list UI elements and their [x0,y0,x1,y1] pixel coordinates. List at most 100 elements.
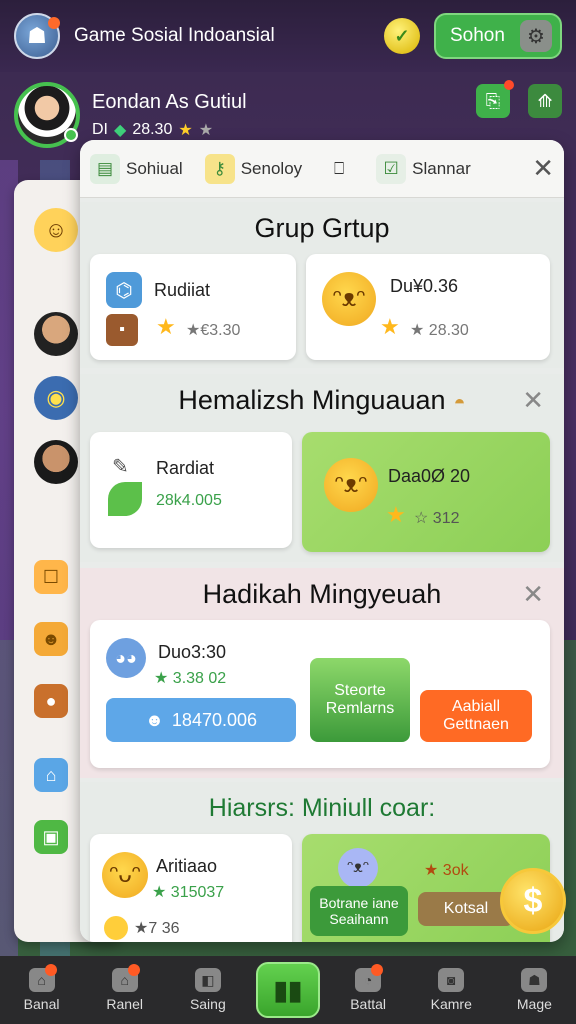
card-value: ☆ 312 [414,510,460,527]
bee-emoji-icon: ᵔᴗᵔ [102,852,148,898]
sidebar-avatar-friend-1[interactable] [34,312,78,356]
profile-name: Eondan As Gutiul [92,90,247,113]
tab-label: Senoloy [240,158,303,178]
group-card[interactable]: ⌬ Rudiiat ▪ ★ ★€3.30 [90,254,296,360]
cat-emoji-icon: ᵔᴥᵔ [324,458,378,512]
app-title: Game Sosial Indoansial [74,25,275,46]
nav-item-mage[interactable]: ☗ Mage [499,968,569,1012]
camera-icon: ◙ [438,968,465,992]
tab-sohiual[interactable]: ▤ Sohiual [90,153,183,184]
bookmark-icon: ⎕ [334,158,345,178]
tab-label: Sohiual [126,158,183,178]
nav-label: Battal [350,996,387,1012]
reward-card: ◕◕ Duo3:30 ★ 3.38 02 ☻ 18470.006 Steorte … [90,620,550,768]
star-icon: ★ [178,121,193,139]
profile-stats-label: DI [92,120,108,138]
sidebar-chat-icon[interactable]: ☐ [34,560,68,594]
card-name: Aritiaao [156,856,218,876]
steorte-remlarns-button[interactable]: Steorte Remlarns [310,658,410,742]
notification-dot [127,964,140,976]
sidebar-emoji-square-icon[interactable]: ☻ [34,622,68,656]
profile-score: 28.30 [132,120,173,138]
cat-face-icon: ᵔᴥᵔ [338,848,378,888]
notification-dot [504,80,514,90]
card-name: Rardiat [156,458,215,478]
pen-icon: ✎ [112,456,129,478]
sidebar-emoji-icon[interactable]: ☺ [34,208,78,252]
people-icon: ☗ [521,968,548,992]
edit-profile-button[interactable]: ⎘ [476,80,514,118]
tab-label: Slannar [412,158,471,178]
card-value: ★€3.30 [186,322,241,339]
bars-icon: ▮▮ [273,974,303,1005]
nav-label: Kamre [430,996,472,1012]
dollar-coin-button[interactable]: $ [500,868,566,934]
nav-item-kamre[interactable]: ◙ Kamre [416,968,486,1012]
monster-icon: ◕◕ [106,638,146,678]
pie-icon: ◓ [453,392,466,414]
nav-item-battal[interactable]: ◔ Battal [333,964,403,1012]
checklist-icon: ☑ [376,153,407,184]
member-card[interactable]: ᵔᴗᵔ Aritiaao ★ 315037 ★7 36 [90,834,292,942]
card-stat: ★ 3ok [424,862,469,879]
section-title-text: Hemalizsh Minguauan [178,385,446,415]
sidebar-bag-icon[interactable]: ▣ [34,820,68,854]
star-icon: ★ [156,314,176,339]
nav-item-saing[interactable]: ◧ Saing [173,968,243,1012]
coin-icon[interactable]: ✓ [384,18,420,54]
top-bar: ☗ Game Sosial Indoansial ✓ Sohon ⚙ [0,0,576,72]
section-title-grup: Grup Grtup [80,202,564,254]
card-value: ★ 3.38 02 [154,670,227,687]
close-icon[interactable]: ✕ [522,374,544,426]
tab-senoloy[interactable]: ⚷ Senoloy [204,153,303,184]
nav-label: Mage [516,996,552,1012]
key-icon: ⚷ [204,153,235,184]
close-icon[interactable]: ✕ [532,153,554,184]
robot-icon: ☻ [144,709,164,730]
nav-item-center[interactable]: ▮▮ [255,962,320,1018]
nav-label: Ranel [106,996,143,1012]
close-icon[interactable]: ✕ [522,568,544,620]
reward-amount-button[interactable]: ☻ 18470.006 [106,698,296,742]
gem-icon: ◆ [114,121,127,139]
nav-item-ranel[interactable]: ⌂ Ranel [90,964,160,1012]
notification-dot [48,17,60,29]
button-label: Kotsal [443,899,489,917]
sidebar-avatar-friend-2[interactable] [34,440,78,484]
tab-slannar[interactable]: ☑ Slannar [376,153,471,184]
botrane-button[interactable]: Botrane iane Seaihann [310,886,408,936]
bottom-nav: ⌂ Banal ⌂ Ranel ◧ Saing ▮▮ ◔ Battal ◙ Ka… [0,956,576,1024]
card-value: ★ 315037 [152,884,225,901]
top-action-label: Sohon [450,25,505,46]
leaf-icon [108,482,142,516]
challenge-card-highlight[interactable]: ᵔᴥᵔ Daa0Ø 20 ★ ☆ 312 [302,432,550,552]
top-action-button[interactable]: Sohon ⚙ [434,13,562,59]
sidebar-tag-icon[interactable]: ⌂ [34,758,68,792]
stats-button[interactable]: ⟰ [528,84,562,118]
button-label: Steorte Remlarns [325,681,395,717]
reward-amount-label: 18470.006 [171,709,258,730]
button-label: Aabiall Gettnaen [443,697,509,733]
avatar[interactable] [14,82,80,148]
nav-label: Saing [189,996,226,1012]
tab-bookmark[interactable]: ⎕ [324,154,354,184]
section-title-hemalizsh: Hemalizsh Minguauan ◓ ✕ [80,374,564,426]
nav-item-banal[interactable]: ⌂ Banal [7,964,77,1012]
sidebar-owl-icon[interactable]: ◉ [34,376,78,420]
aabiall-gettnaen-button[interactable]: Aabiall Gettnaen [420,690,532,742]
sidebar-cookie-icon[interactable]: ● [34,684,68,718]
card-name: Rudiiat [154,280,211,300]
notification-dot [371,964,384,976]
gear-icon[interactable]: ⚙ [520,20,552,52]
social-modal: ▤ Sohiual ⚷ Senoloy ⎕ ☑ Slannar ✕ Grup G… [80,140,564,942]
card-value: 28k4.005 [156,492,222,509]
nav-label: Banal [23,996,60,1012]
app-logo-icon[interactable]: ☗ [14,13,60,59]
card-name: Daa0Ø 20 [388,466,471,486]
star-icon: ★ [386,502,406,527]
tag-icon: ⌬ [106,272,142,308]
notification-dot [44,964,57,976]
block-icon: ▪ [106,314,138,346]
group-card[interactable]: ᵔᴥᵔ Du¥0.36 ★ ★ 28.30 [306,254,550,360]
challenge-card[interactable]: ✎ Rardiat 28k4.005 [90,432,292,548]
